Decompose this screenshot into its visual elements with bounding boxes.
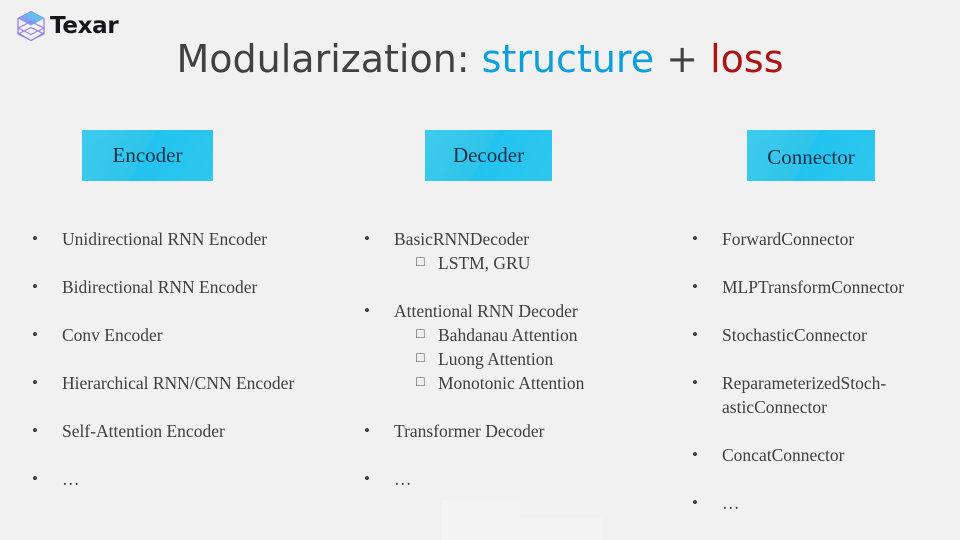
list-item-label: ForwardConnector [722,229,855,249]
column-connector: Connector • ForwardConnector • MLPTransf… [686,130,960,515]
bullet-icon: • [692,325,698,344]
list-item-label: ConcatConnector [722,445,845,465]
list-item-label: MLPTransformConnector [722,277,905,297]
list-item: • StochasticConnector [686,323,960,347]
sublist-item: □ Monotonic Attention [416,371,686,395]
title-part-modularization: Modularization: [176,37,482,81]
bullet-icon: • [32,373,38,392]
sublist-item: □ Bahdanau Attention [416,323,686,347]
sublist-item-label: LSTM, GRU [438,253,531,273]
list-item: • Attentional RNN Decoder □ Bahdanau Att… [358,299,686,395]
list-item: • Hierarchical RNN/CNN Encoder [26,371,356,395]
list-spacer [686,419,960,443]
list-item-label: … [62,469,80,489]
title-part-plus: + [654,37,711,81]
list-item: • … [358,467,686,491]
list-item-label: Self-Attention Encoder [62,421,225,441]
bullet-icon: • [692,277,698,296]
bullet-icon: • [32,325,38,344]
sublist: □ LSTM, GRU [394,251,686,275]
list-item: • … [26,467,356,491]
square-bullet-icon: □ [416,351,425,366]
list-spacer [686,347,960,371]
bullet-icon: • [32,421,38,440]
bullet-icon: • [364,421,370,440]
sublist: □ Bahdanau Attention □ Luong Attention □… [394,323,686,395]
header-box-decoder: Decoder [425,130,552,181]
list-item-label: Attentional RNN Decoder [394,301,578,321]
list-connector: • ForwardConnector • MLPTransformConnect… [686,227,960,515]
list-spacer [686,251,960,275]
list-encoder: • Unidirectional RNN Encoder • Bidirecti… [26,227,356,491]
square-bullet-icon: □ [416,375,425,390]
list-spacer [358,275,686,299]
list-item-label: … [722,493,740,513]
bullet-icon: • [692,373,698,392]
bullet-icon: • [692,445,698,464]
column-encoder: Encoder • Unidirectional RNN Encoder • B… [26,130,356,491]
list-item-label: Transformer Decoder [394,421,545,441]
list-item: • … [686,491,960,515]
column-decoder: Decoder • BasicRNNDecoder □ LSTM, GRU • … [358,130,686,491]
sublist-item: □ Luong Attention [416,347,686,371]
bullet-icon: • [32,277,38,296]
list-spacer [358,443,686,467]
list-item: • Bidirectional RNN Encoder [26,275,356,299]
square-bullet-icon: □ [416,255,425,270]
list-spacer [26,299,356,323]
list-item-label: … [394,469,412,489]
list-item-label: BasicRNNDecoder [394,229,530,249]
list-item-label: Hierarchical RNN/CNN Encoder [62,373,295,393]
title-part-structure: structure [481,37,655,81]
list-item: • Self-Attention Encoder [26,419,356,443]
list-item-label: ReparameterizedStoch-asticConnector [722,373,887,417]
list-item-label: StochasticConnector [722,325,867,345]
list-item-label: Conv Encoder [62,325,163,345]
header-label-connector: Connector [767,145,855,169]
bullet-icon: • [692,229,698,248]
header-label-encoder: Encoder [112,143,183,167]
header-label-decoder: Decoder [452,143,525,167]
square-bullet-icon: □ [416,327,425,342]
list-item: • ReparameterizedStoch-asticConnector [686,371,960,419]
sublist-item-label: Monotonic Attention [438,373,585,393]
bullet-icon: • [364,229,370,248]
list-decoder: • BasicRNNDecoder □ LSTM, GRU • Attentio… [358,227,686,491]
page-title: Modularization: structure + loss [0,36,960,82]
sublist-item: □ LSTM, GRU [416,251,686,275]
list-spacer [358,395,686,419]
list-item: • MLPTransformConnector [686,275,960,299]
list-spacer [686,299,960,323]
list-spacer [686,467,960,491]
sublist-item-label: Bahdanau Attention [438,325,578,345]
list-item: • Transformer Decoder [358,419,686,443]
title-part-loss: loss [710,37,784,81]
list-spacer [26,251,356,275]
list-spacer [26,347,356,371]
list-item: • ConcatConnector [686,443,960,467]
header-box-connector: Connector [747,130,875,181]
brand-name: Texar [50,12,119,39]
list-spacer [26,443,356,467]
list-item-label: Unidirectional RNN Encoder [62,229,268,249]
slide-canvas: Texar Modularization: structure + loss E… [0,0,960,540]
bullet-icon: • [364,301,370,320]
header-box-encoder: Encoder [82,130,213,181]
list-spacer [26,395,356,419]
list-item: • BasicRNNDecoder □ LSTM, GRU [358,227,686,275]
bullet-icon: • [32,229,38,248]
list-item: • Unidirectional RNN Encoder [26,227,356,251]
list-item: • Conv Encoder [26,323,356,347]
bullet-icon: • [32,469,38,488]
bullet-icon: • [692,493,698,512]
list-item-label: Bidirectional RNN Encoder [62,277,258,297]
background-patch-secondary [520,517,602,540]
background-patch [442,500,520,540]
sublist-item-label: Luong Attention [438,349,554,369]
list-item: • ForwardConnector [686,227,960,251]
bullet-icon: • [364,469,370,488]
